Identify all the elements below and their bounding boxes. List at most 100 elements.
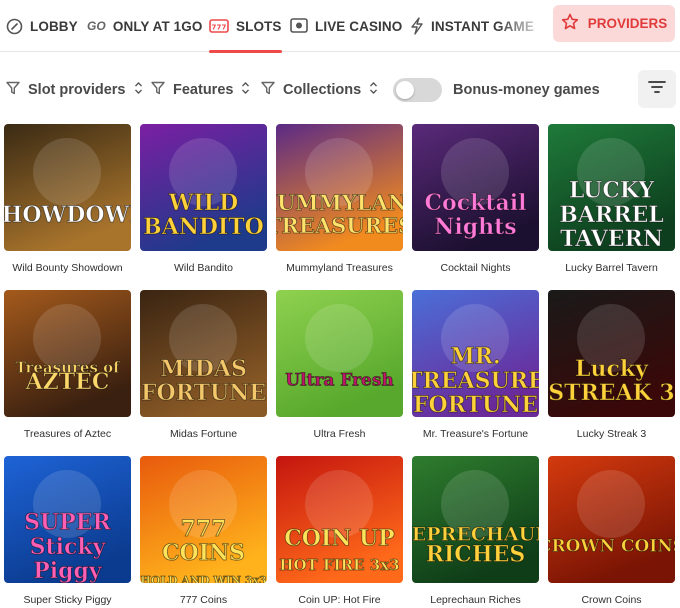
- game-logo-text: RICHES: [426, 541, 526, 567]
- game-tile[interactable]: CROWN COINS Crown Coins: [548, 456, 675, 606]
- game-thumbnail[interactable]: Ultra Fresh: [276, 290, 403, 417]
- sort-lines-icon: [648, 80, 666, 99]
- game-thumbnail[interactable]: CROWN COINS: [548, 456, 675, 583]
- game-tile[interactable]: SUPER Sticky Piggy Super Sticky Piggy: [4, 456, 131, 606]
- game-logo-text: Lucky: [575, 356, 649, 382]
- collections-label: Collections: [283, 82, 362, 98]
- bonus-money-label: Bonus-money games: [453, 82, 600, 98]
- features-filter[interactable]: Features: [151, 78, 250, 102]
- game-artwork: LEPRECHAUNRICHES: [412, 456, 539, 583]
- game-logo-text: Ultra Fresh: [285, 371, 394, 391]
- game-title: Ultra Fresh: [313, 428, 366, 440]
- game-logo-text: STREAK 3: [548, 380, 674, 406]
- game-tile[interactable]: Cocktail Nights Cocktail Nights: [412, 124, 539, 274]
- game-title: Cocktail Nights: [440, 262, 511, 274]
- slot-machine-icon: 777: [209, 18, 229, 34]
- nav-instant-games-label: INSTANT GAMES: [431, 18, 544, 34]
- star-icon: [561, 13, 579, 34]
- game-tile[interactable]: WILD BANDITO Wild Bandito: [140, 124, 267, 274]
- game-tile[interactable]: Treasures of AZTEC Treasures of Aztec: [4, 290, 131, 440]
- game-thumbnail[interactable]: Cocktail Nights: [412, 124, 539, 251]
- game-tile[interactable]: Lucky STREAK 3 Lucky Streak 3: [548, 290, 675, 440]
- game-artwork: LUCKYBARRELTAVERN: [548, 124, 675, 251]
- nav-slots-label: SLOTS: [236, 18, 282, 34]
- lightning-icon: [410, 17, 424, 35]
- game-thumbnail[interactable]: SUPER Sticky Piggy: [4, 456, 131, 583]
- game-thumbnail[interactable]: Lucky STREAK 3: [548, 290, 675, 417]
- game-thumbnail[interactable]: MIDAS FORTUNE: [140, 290, 267, 417]
- live-casino-icon: [290, 18, 308, 34]
- go-icon: GO: [87, 19, 106, 33]
- game-tile[interactable]: Ultra Fresh Ultra Fresh: [276, 290, 403, 440]
- game-artwork: WILDBANDITO: [140, 124, 267, 251]
- game-logo-text: Cocktail: [425, 190, 527, 216]
- game-logo-text: MUMMYLAND: [276, 190, 403, 215]
- game-logo-text: Piggy: [33, 558, 103, 583]
- game-thumbnail[interactable]: MUMMYLANDTREASURES: [276, 124, 403, 251]
- game-logo-text: HOLD AND WIN 3x3: [140, 574, 266, 583]
- game-logo-text: 777: [181, 516, 227, 542]
- game-tile[interactable]: MR. TREASURE FORTUNE Mr. Treasure's Fortune: [412, 290, 539, 440]
- game-title: Crown Coins: [581, 594, 642, 606]
- game-artwork: SUPERStickyPiggy: [4, 456, 131, 583]
- funnel-icon: [261, 81, 275, 99]
- game-title: 777 Coins: [179, 594, 228, 606]
- game-logo-text: TAVERN: [560, 226, 663, 251]
- game-artwork: MUMMYLANDTREASURES: [276, 124, 403, 251]
- providers-button[interactable]: PROVIDERS: [553, 5, 675, 42]
- game-logo-text: TREASURES: [276, 213, 403, 238]
- game-logo-text: BANDITO: [143, 214, 264, 240]
- game-tile[interactable]: SHOWDOWN Wild Bounty Showdown: [4, 124, 131, 274]
- nav-instant-games[interactable]: INSTANT GAMES: [410, 0, 535, 52]
- game-artwork: CROWN COINS: [548, 456, 675, 583]
- game-artwork: COIN UP HOT FIRE 3x3: [276, 456, 403, 583]
- game-thumbnail[interactable]: COIN UP HOT FIRE 3x3: [276, 456, 403, 583]
- nav-live-casino-label: LIVE CASINO: [315, 18, 403, 34]
- sort-arrows-icon: [134, 81, 143, 99]
- game-logo-text: MR.: [450, 344, 500, 370]
- nav-lobby[interactable]: LOBBY: [6, 0, 78, 52]
- game-thumbnail[interactable]: WILD BANDITO: [140, 124, 267, 251]
- bonus-money-toggle[interactable]: [393, 78, 442, 102]
- game-thumbnail[interactable]: SHOWDOWN: [4, 124, 131, 251]
- sort-arrows-icon: [369, 81, 378, 99]
- game-title: Coin UP: Hot Fire: [298, 594, 381, 606]
- nav-only-at-1go[interactable]: GO ONLY AT 1GO: [87, 0, 203, 52]
- game-thumbnail[interactable]: 777 COINS HOLD AND WIN 3x3: [140, 456, 267, 583]
- go-badge-text: GO: [87, 19, 106, 33]
- game-logo-text: CROWN COINS: [548, 537, 675, 557]
- nav-slots[interactable]: 777 SLOTS: [209, 0, 282, 53]
- game-logo-text: BARREL: [559, 202, 663, 228]
- game-tile[interactable]: MUMMYLANDTREASURES Mummyland Treasures: [276, 124, 403, 274]
- game-thumbnail[interactable]: LUCKY BARREL TAVERN: [548, 124, 675, 251]
- game-thumbnail[interactable]: Treasures of AZTEC: [4, 290, 131, 417]
- slot-providers-filter[interactable]: Slot providers: [6, 78, 143, 102]
- game-title: Treasures of Aztec: [23, 428, 112, 440]
- game-title: Mummyland Treasures: [286, 262, 393, 274]
- game-title: Lucky Barrel Tavern: [565, 262, 658, 274]
- game-tile[interactable]: LEPRECHAUNRICHES Leprechaun Riches: [412, 456, 539, 606]
- game-logo-text: LUCKY: [569, 178, 654, 204]
- game-tile[interactable]: 777 COINS HOLD AND WIN 3x3 777 Coins: [140, 456, 267, 606]
- game-logo-text: FORTUNE: [413, 392, 538, 417]
- game-logo-text: SHOWDOWN: [4, 202, 131, 228]
- funnel-icon: [151, 81, 165, 99]
- funnel-icon: [6, 81, 20, 99]
- providers-label: PROVIDERS: [587, 16, 668, 31]
- game-logo-text: WILD: [168, 190, 239, 216]
- slot-providers-label: Slot providers: [28, 82, 126, 98]
- game-artwork: 777COINS HOLD AND WIN 3x3: [140, 456, 267, 583]
- game-artwork: Ultra Fresh: [276, 290, 403, 417]
- game-logo-text: HOT FIRE 3x3: [279, 556, 399, 574]
- game-logo-text: TREASURE: [412, 368, 539, 394]
- game-title: Lucky Streak 3: [576, 428, 647, 440]
- sort-button[interactable]: [638, 70, 676, 108]
- game-tile[interactable]: LUCKY BARREL TAVERN Lucky Barrel Tavern: [548, 124, 675, 274]
- nav-live-casino[interactable]: LIVE CASINO: [290, 0, 402, 52]
- collections-filter[interactable]: Collections: [261, 78, 378, 102]
- game-tile[interactable]: MIDAS FORTUNE Midas Fortune: [140, 290, 267, 440]
- game-tile[interactable]: COIN UP HOT FIRE 3x3 Coin UP: Hot Fire: [276, 456, 403, 606]
- game-thumbnail[interactable]: MR. TREASURE FORTUNE: [412, 290, 539, 417]
- game-thumbnail[interactable]: LEPRECHAUNRICHES: [412, 456, 539, 583]
- game-artwork: CocktailNights: [412, 124, 539, 251]
